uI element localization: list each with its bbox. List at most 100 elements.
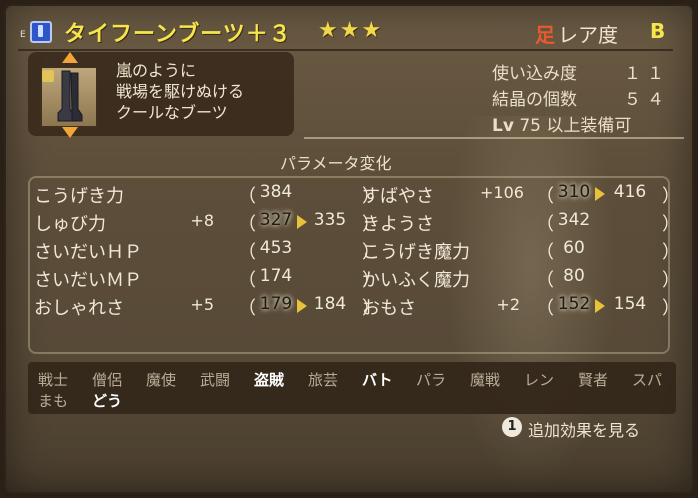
job-label: 魔使 — [146, 371, 177, 389]
param-row: さいだいＭＰ （174） — [34, 266, 380, 292]
level-suffix: 以上装備可 — [546, 116, 632, 136]
paren-open: （ — [238, 270, 256, 291]
param-current-value: 60 — [563, 238, 585, 258]
param-modifier: +106 — [480, 183, 524, 202]
usage-row: 使い込み度 １１ — [492, 59, 670, 84]
job-label: 賢者 — [578, 371, 609, 389]
param-name: きようさ — [362, 214, 434, 235]
param-name: おしゃれさ — [34, 298, 124, 319]
param-current-value: 384 — [259, 182, 293, 202]
param-current-value: 174 — [259, 266, 293, 286]
slot-char: 足 — [535, 23, 555, 47]
param-row: おもさ +2 （152 154 ） — [362, 294, 682, 320]
paren-close: ） — [662, 186, 680, 207]
param-current-value: 80 — [563, 266, 585, 286]
level-key: Lv — [492, 116, 514, 136]
param-modifier: +2 — [496, 295, 520, 314]
job-label: パラ — [416, 371, 447, 389]
paren-open: （ — [536, 298, 554, 319]
param-new-value: 416 — [613, 182, 647, 202]
crystal-value: ５４ — [624, 90, 670, 110]
job-label: バト — [362, 371, 393, 389]
param-row: しゅび力 +8 （327 335） — [34, 210, 380, 236]
change-arrow-icon — [595, 299, 605, 313]
paren-close: ） — [662, 298, 680, 319]
job-label: スパ — [632, 371, 663, 389]
param-name: すばやさ — [362, 186, 434, 207]
button-1-icon: 1 — [502, 417, 522, 437]
description-line: 戦場を駆けぬける — [116, 82, 245, 101]
boots-slot-icon — [30, 21, 52, 43]
change-arrow-icon — [595, 187, 605, 201]
paren-close: ） — [662, 270, 680, 291]
param-name: こうげき魔力 — [362, 242, 470, 263]
job-label: レン — [524, 371, 555, 389]
job-label: 戦士 — [38, 371, 69, 389]
job-label: まも — [38, 392, 69, 410]
param-row: すばやさ +106 （310 416 ） — [362, 182, 682, 208]
paren-open: （ — [536, 186, 554, 207]
param-row: かいふく魔力 （ 80 ） — [362, 266, 682, 292]
paren-open: （ — [238, 214, 256, 235]
equipped-tag: E — [20, 30, 26, 40]
param-row: きようさ （342 ） — [362, 210, 682, 236]
param-name: かいふく魔力 — [362, 270, 470, 291]
extra-effects-label: 追加効果を見る — [528, 421, 641, 440]
paren-open: （ — [238, 298, 256, 319]
param-name: おもさ — [362, 298, 416, 319]
params-title: パラメータ変化 — [280, 154, 392, 173]
param-name: さいだいＭＰ — [34, 270, 142, 291]
job-label: 旅芸 — [308, 371, 339, 389]
level-row: Lv 75 以上装備可 — [492, 111, 631, 136]
description-line: 嵐のように — [116, 61, 197, 80]
job-label: 魔戦 — [470, 371, 501, 389]
paren-open: （ — [536, 214, 554, 235]
scroll-down-arrow-icon[interactable] — [62, 127, 78, 138]
param-current-value: 453 — [259, 238, 293, 258]
description-line: クールなブーツ — [116, 103, 228, 122]
job-label: 盗賊 — [254, 371, 285, 389]
paren-open: （ — [238, 186, 256, 207]
item-description: 嵐のように 戦場を駆けぬける クールなブーツ — [116, 60, 288, 123]
param-new-value: 184 — [313, 294, 347, 314]
param-modifier: +8 — [190, 211, 214, 230]
change-arrow-icon — [297, 215, 307, 229]
param-modifier: +5 — [190, 295, 214, 314]
paren-close: ） — [662, 242, 680, 263]
param-current-value: 179 — [259, 294, 293, 314]
change-arrow-icon — [297, 299, 307, 313]
param-current-value: 152 — [557, 294, 591, 314]
param-row: さいだいＨＰ （453） — [34, 238, 380, 264]
header-divider — [18, 49, 673, 51]
item-name: タイフーンブーツ＋３ — [64, 22, 292, 47]
job-label: 武闘 — [200, 371, 231, 389]
boots-icon — [57, 70, 83, 122]
param-name: しゅび力 — [34, 214, 106, 235]
usage-value: １１ — [624, 64, 670, 84]
job-label: どう — [92, 392, 123, 410]
scroll-up-arrow-icon[interactable] — [62, 52, 78, 63]
rarity-label: レア度 — [558, 23, 618, 47]
info-divider — [304, 137, 684, 139]
param-row: こうげき魔力 （ 60 ） — [362, 238, 682, 264]
job-list: 戦士 僧侶 魔使 武闘 盗賊 旅芸 バト パラ 魔戦 レン 賢者 スパ まも どう — [28, 362, 676, 414]
paren-open: （ — [536, 270, 554, 291]
crystal-row: 結晶の個数 ５４ — [492, 85, 670, 110]
param-row: おしゃれさ +5 （179 184） — [34, 294, 380, 320]
usage-label: 使い込み度 — [492, 64, 577, 84]
star-rating: ★★★ — [318, 18, 384, 43]
crystal-label: 結晶の個数 — [492, 90, 577, 110]
param-current-value: 342 — [557, 210, 591, 230]
paren-open: （ — [536, 242, 554, 263]
param-current-value: 310 — [557, 182, 591, 202]
job-label: 僧侶 — [92, 371, 123, 389]
rarity-value: B — [650, 19, 666, 43]
param-new-value: 335 — [313, 210, 347, 230]
param-name: こうげき力 — [34, 186, 124, 207]
level-value: 75 — [519, 116, 541, 136]
param-new-value: 154 — [613, 294, 647, 314]
paren-open: （ — [238, 242, 256, 263]
param-row: こうげき力（384） — [34, 182, 380, 208]
param-current-value: 327 — [259, 210, 293, 230]
param-name: さいだいＨＰ — [34, 242, 142, 263]
